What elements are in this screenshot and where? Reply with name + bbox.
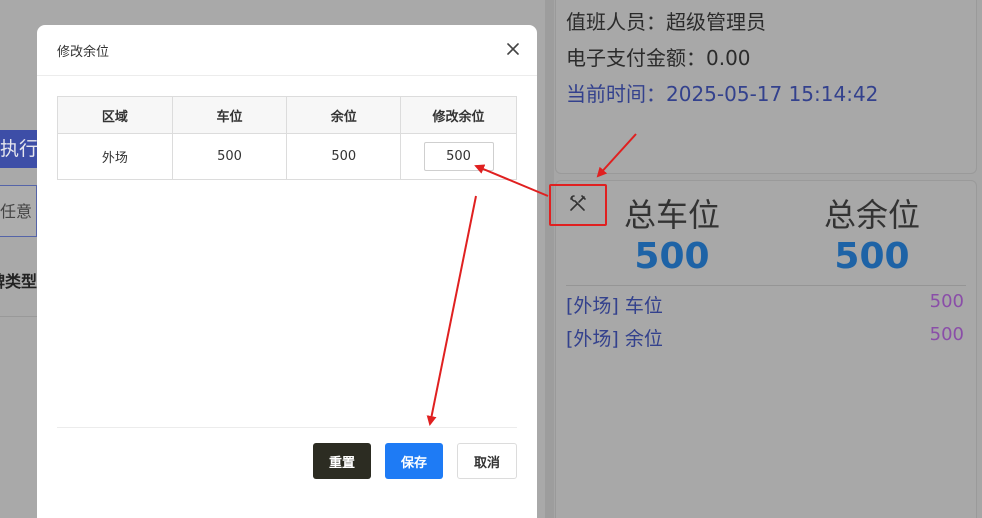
column-header-spaces: 车位 — [171, 96, 288, 134]
column-header-zone: 区域 — [57, 96, 173, 134]
dialog-header: 修改余位 — [37, 25, 537, 76]
background-divider — [545, 0, 554, 518]
edit-free-input[interactable] — [423, 142, 494, 171]
cell-free: 500 — [286, 133, 402, 180]
filter-input[interactable]: 任意 — [0, 185, 37, 237]
total-spaces-stat: 总车位 500 — [592, 195, 752, 279]
duty-info-panel: 值班人员：超级管理员 电子支付金额：0.00 当前时间：2025-05-17 1… — [555, 0, 977, 174]
total-free-value: 500 — [834, 236, 910, 277]
dialog-title: 修改余位 — [57, 45, 110, 60]
zone-spaces-row: [外场] 车位 500 — [566, 291, 964, 318]
total-free-stat: 总余位 500 — [792, 195, 952, 279]
total-free-label: 总余位 — [823, 196, 920, 234]
reset-button[interactable]: 重置 — [313, 443, 371, 479]
table-row: 外场 500 500 — [57, 133, 517, 180]
save-button[interactable]: 保存 — [385, 443, 443, 479]
cell-spaces: 500 — [171, 133, 288, 180]
edit-free-spaces-dialog: 修改余位 区域 车位 余位 修改余位 外场 500 500 重置 — [37, 25, 537, 518]
total-spaces-value: 500 — [634, 236, 710, 277]
plate-type-label: 牌类型 — [0, 262, 37, 317]
zone-spaces-label: [外场] 车位 — [566, 295, 663, 317]
zone-spaces-value: 500 — [929, 291, 964, 312]
exec-button[interactable]: 执行 — [0, 130, 37, 168]
table-header-row: 区域 车位 余位 修改余位 — [57, 96, 517, 134]
zone-free-label: [外场] 余位 — [566, 328, 663, 350]
column-header-edit-free: 修改余位 — [400, 96, 517, 134]
duty-staff-text: 值班人员：超级管理员 — [566, 10, 766, 34]
stats-divider — [566, 285, 966, 286]
dialog-footer-divider — [57, 427, 517, 428]
cell-zone: 外场 — [57, 133, 173, 180]
cancel-button[interactable]: 取消 — [457, 443, 517, 479]
column-header-free: 余位 — [286, 96, 402, 134]
cell-edit-free — [400, 133, 517, 180]
epay-amount-text: 电子支付金额：0.00 — [566, 46, 751, 70]
filter-input-placeholder: 任意 — [0, 202, 33, 221]
zone-free-row: [外场] 余位 500 — [566, 324, 964, 351]
current-time-text: 当前时间：2025-05-17 15:14:42 — [566, 82, 879, 106]
total-spaces-label: 总车位 — [623, 196, 720, 234]
annotation-highlight-box — [549, 184, 607, 226]
zones-table: 区域 车位 余位 修改余位 外场 500 500 — [57, 96, 517, 180]
parking-stats-panel: 总车位 500 总余位 500 [外场] 车位 500 [外场] 余位 500 — [555, 180, 977, 518]
zone-free-value: 500 — [929, 324, 964, 345]
close-icon[interactable] — [503, 39, 523, 59]
